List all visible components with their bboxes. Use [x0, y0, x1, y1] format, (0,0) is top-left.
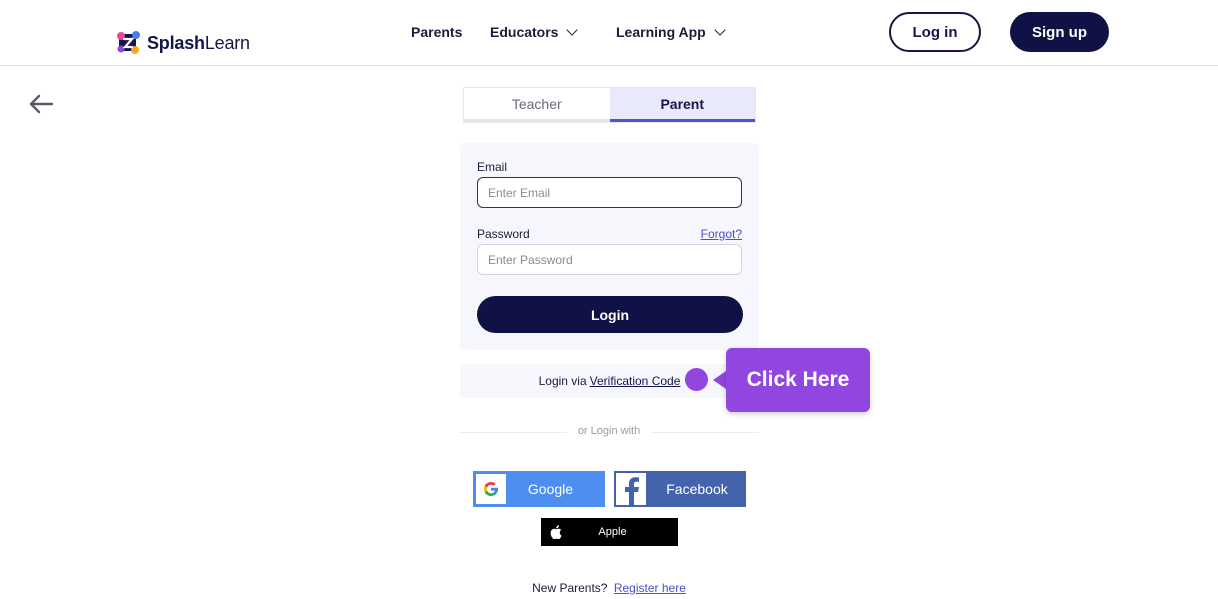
- tooltip-pointer: [713, 371, 726, 389]
- verification-prefix: Login via: [538, 374, 587, 388]
- facebook-icon: [614, 471, 648, 507]
- logo-text-light: Learn: [204, 32, 250, 53]
- splashlearn-logo[interactable]: SplashLearn: [115, 29, 250, 57]
- hotspot-dot[interactable]: [685, 368, 708, 391]
- register-footer: New Parents? Register here: [0, 581, 1218, 595]
- footer-prefix: New Parents?: [532, 581, 608, 595]
- password-label: Password: [477, 227, 530, 241]
- google-label: Google: [527, 481, 574, 497]
- tab-teacher[interactable]: Teacher: [464, 88, 610, 122]
- chevron-down-icon: [714, 23, 726, 36]
- tab-parent[interactable]: Parent: [609, 88, 755, 122]
- top-navbar: SplashLearn Parents Educators Learning A…: [0, 0, 1218, 66]
- role-tabs: Teacher Parent: [463, 87, 756, 123]
- email-label: Email: [477, 160, 508, 174]
- chevron-down-icon: [566, 23, 579, 36]
- nav-educators[interactable]: Educators: [490, 23, 579, 40]
- password-field[interactable]: Enter Password: [477, 244, 742, 275]
- click-here-tooltip: Click Here: [726, 348, 870, 412]
- header-signup-button[interactable]: Sign up: [1010, 12, 1109, 52]
- divider-text: or Login with: [567, 425, 651, 437]
- back-arrow-icon[interactable]: [28, 93, 54, 115]
- logo-mark-icon: [115, 29, 143, 57]
- email-field[interactable]: Enter Email: [477, 177, 742, 208]
- logo-text-bold: Splash: [147, 32, 205, 53]
- header-login-button[interactable]: Log in: [889, 12, 981, 52]
- google-icon: [476, 474, 506, 504]
- forgot-password-link[interactable]: Forgot?: [701, 227, 742, 241]
- apple-icon: [543, 525, 569, 539]
- apple-login-button[interactable]: Apple: [541, 518, 678, 546]
- verification-code-link[interactable]: Verification Code: [590, 374, 681, 388]
- facebook-label: Facebook: [666, 481, 728, 497]
- nav-educators-label: Educators: [490, 24, 559, 40]
- nav-learning-app-label: Learning App: [616, 24, 706, 40]
- nav-parents-label: Parents: [411, 24, 463, 40]
- nav-learning-app[interactable]: Learning App: [616, 23, 726, 40]
- apple-label: Apple: [598, 526, 627, 538]
- login-button[interactable]: Login: [477, 296, 743, 333]
- facebook-login-button[interactable]: Facebook: [614, 471, 746, 507]
- logo-text: SplashLearn: [147, 33, 250, 54]
- register-link[interactable]: Register here: [614, 581, 686, 595]
- login-form-card: Email Enter Email Password Forgot? Enter…: [460, 143, 759, 350]
- nav-parents[interactable]: Parents: [411, 24, 462, 40]
- google-login-button[interactable]: Google: [473, 471, 605, 507]
